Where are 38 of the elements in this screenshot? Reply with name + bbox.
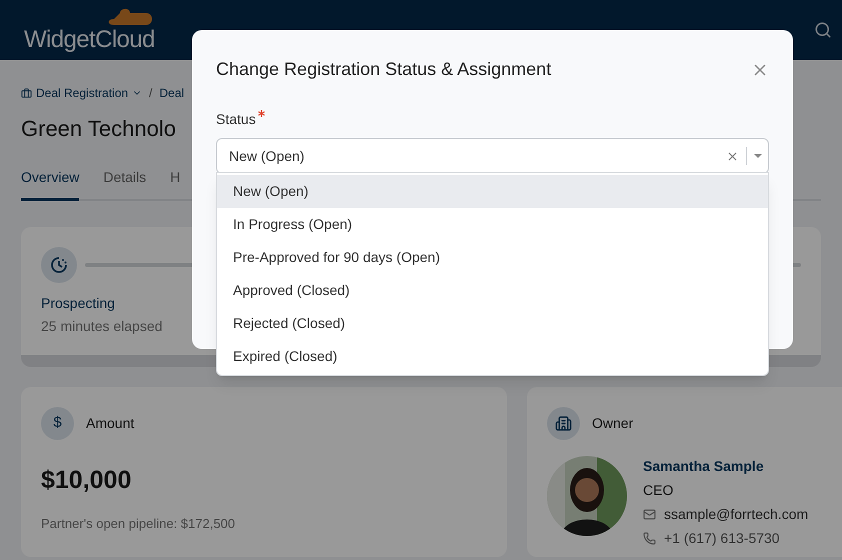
status-select[interactable]: New (Open) (216, 138, 769, 174)
breadcrumb-link[interactable]: Deal Registration (36, 84, 128, 102)
elapsed-text: 25 minutes elapsed (41, 317, 162, 336)
owner-email[interactable]: ssample@forrtech.com (664, 504, 808, 525)
building-icon (547, 407, 580, 440)
select-value: New (Open) (229, 146, 306, 166)
tab[interactable]: H (170, 167, 180, 199)
pipeline-note: Partner's open pipeline: $172,500 (41, 514, 236, 533)
card-title: Owner (592, 414, 634, 433)
modal-title: Change Registration Status & Assignment (216, 58, 552, 81)
dropdown-option[interactable]: Rejected (Closed) (217, 307, 768, 340)
dropdown-option[interactable]: Expired (Closed) (217, 340, 768, 373)
page-title: Green Technolo (21, 115, 176, 143)
owner-name[interactable]: Samantha Sample (643, 456, 808, 477)
logo-text: WidgetCloud (24, 27, 155, 53)
phone-icon (643, 532, 656, 545)
dropdown-option[interactable]: In Progress (Open) (217, 208, 768, 241)
clock-icon (41, 247, 77, 283)
tab[interactable]: Details (103, 167, 146, 199)
owner-role: CEO (643, 481, 674, 500)
dropdown-option[interactable]: New (Open) (217, 175, 768, 208)
search-icon[interactable] (814, 21, 832, 39)
dollar-icon: $ (41, 407, 74, 440)
briefcase-icon (21, 88, 32, 98)
card-title: Amount (86, 414, 134, 433)
breadcrumb-separator: / (149, 85, 152, 102)
amount-value: $10,000 (41, 465, 132, 496)
owner-phone[interactable]: +1 (617) 613-5730 (664, 528, 780, 549)
cloud-logo-icon (108, 7, 152, 27)
breadcrumb-link[interactable]: Deal (159, 84, 184, 102)
mail-icon (643, 508, 656, 521)
tab[interactable]: Overview (21, 167, 80, 201)
caret-icon[interactable] (754, 154, 762, 158)
dropdown-option[interactable]: Pre-Approved for 90 days (Open) (217, 241, 768, 274)
field-label: Status (216, 110, 256, 129)
clear-icon[interactable] (726, 150, 739, 162)
dropdown-option[interactable]: Approved (Closed) (217, 274, 768, 307)
stage-name: Prospecting (41, 294, 115, 313)
